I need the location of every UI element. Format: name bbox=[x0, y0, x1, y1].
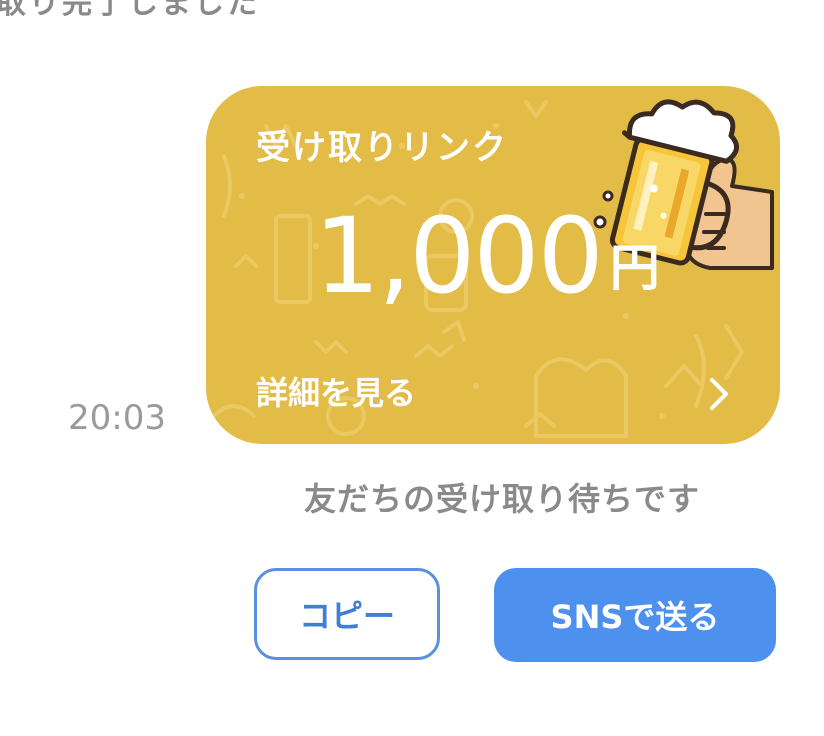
amount-value: 1,000 bbox=[314, 195, 604, 317]
view-details-link[interactable]: 詳細を見る bbox=[256, 368, 416, 414]
chevron-right-icon[interactable] bbox=[704, 374, 734, 414]
previous-message-text: 取り完了しました bbox=[0, 0, 260, 21]
send-via-sns-button[interactable]: SNSで送る bbox=[494, 568, 776, 662]
message-timestamp: 20:03 bbox=[68, 398, 166, 438]
copy-button[interactable]: コピー bbox=[254, 568, 440, 660]
amount-currency: 円 bbox=[609, 239, 660, 297]
card-title: 受け取りリンク bbox=[256, 128, 508, 168]
receive-link-card[interactable]: 受け取りリンク 1,000 円 詳細を見る bbox=[206, 86, 780, 444]
message-status: 友だちの受け取り待ちです bbox=[304, 480, 701, 518]
amount-display: 1,000 円 bbox=[314, 204, 660, 308]
